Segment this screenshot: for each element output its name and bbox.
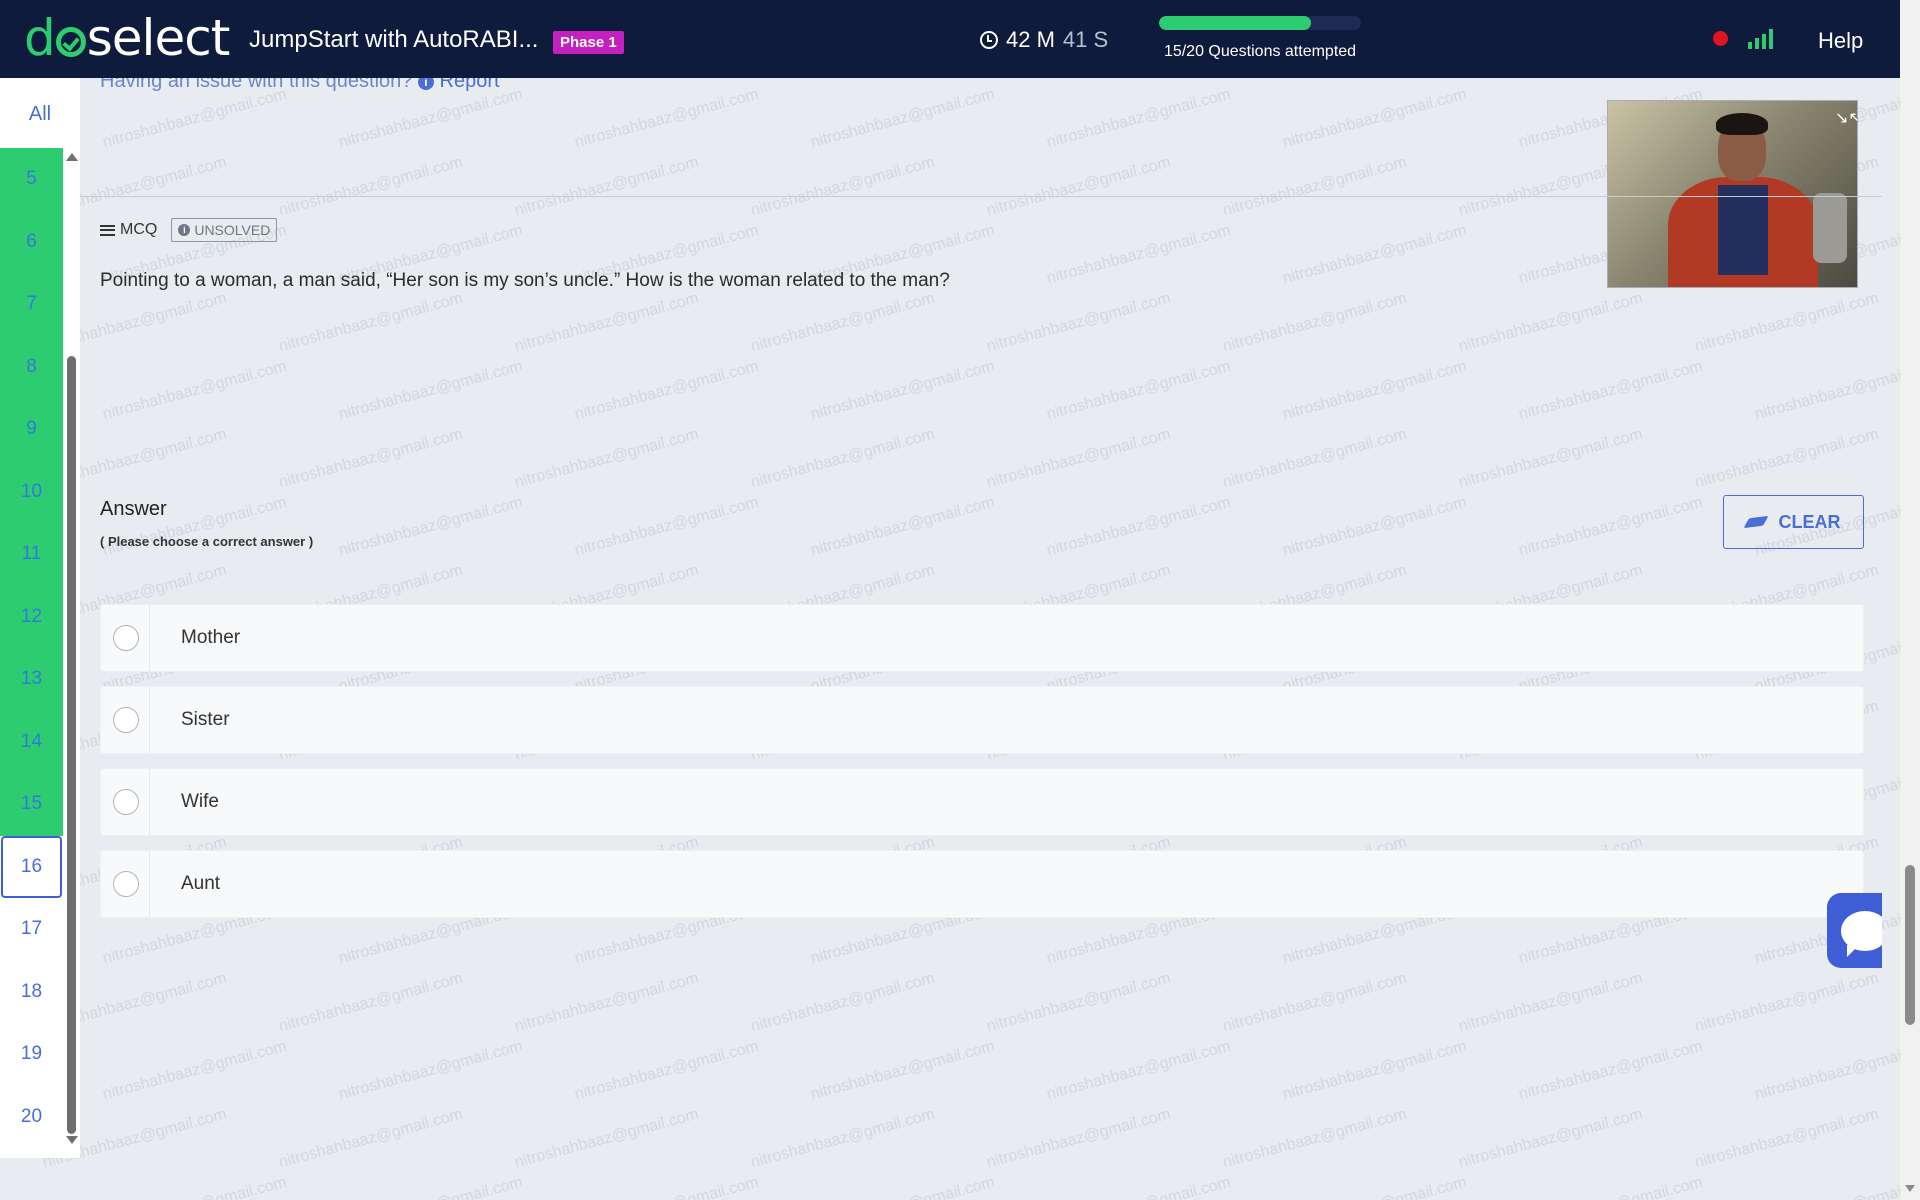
radio-button[interactable] xyxy=(113,871,139,897)
option-separator xyxy=(149,605,150,671)
question-nav-item[interactable]: 12 xyxy=(0,585,63,648)
collapse-icon[interactable]: ↘↖ xyxy=(1835,111,1857,127)
phase-badge: Phase 1 xyxy=(553,31,624,54)
scroll-down-icon[interactable] xyxy=(1905,1185,1915,1192)
webcam-preview: ↘↖ xyxy=(1607,100,1858,288)
question-meta: MCQ i UNSOLVED xyxy=(100,218,278,242)
signal-strength-icon xyxy=(1748,29,1773,49)
question-nav-item[interactable]: 5 xyxy=(0,148,63,211)
status-badge: i UNSOLVED xyxy=(171,218,278,242)
scrollbar-thumb[interactable] xyxy=(67,356,76,1134)
progress-text: 15/20 Questions attempted xyxy=(1163,43,1357,60)
question-navigator: All 5 6 7 8 9 10 11 12 13 14 15 16 17 18 19 20 xyxy=(0,78,80,1158)
progress-fill xyxy=(1159,16,1311,30)
page-scrollbar[interactable] xyxy=(1900,0,1920,1200)
question-nav-item[interactable]: 18 xyxy=(0,960,63,1023)
report-link[interactable]: Report xyxy=(440,78,500,92)
question-nav-item[interactable]: 10 xyxy=(0,460,63,523)
progress-track xyxy=(1159,16,1361,30)
answer-option[interactable]: Aunt xyxy=(100,850,1864,918)
doselect-logo[interactable]: d select xyxy=(24,8,231,68)
timer: 42 M 41 S xyxy=(980,27,1108,53)
option-separator xyxy=(149,769,150,835)
answer-heading: Answer xyxy=(100,498,167,520)
clear-button[interactable]: CLEAR xyxy=(1723,495,1864,549)
radio-button[interactable] xyxy=(113,789,139,815)
scroll-down-icon[interactable] xyxy=(66,1136,78,1144)
option-label: Sister xyxy=(181,709,230,730)
info-icon: i xyxy=(417,78,434,90)
progress-indicator: 15/20 Questions attempted xyxy=(1159,16,1361,61)
eraser-icon xyxy=(1742,515,1769,529)
top-header: d select JumpStart with AutoRABI... Phase… xyxy=(0,0,1900,78)
question-nav-item[interactable]: 13 xyxy=(0,648,63,711)
question-nav-item[interactable]: 8 xyxy=(0,335,63,398)
question-text: Pointing to a woman, a man said, “Her so… xyxy=(100,270,950,291)
option-label: Wife xyxy=(181,791,219,812)
info-icon: i xyxy=(178,224,191,236)
question-type-label: MCQ xyxy=(120,221,158,238)
logo-check-icon xyxy=(55,27,86,57)
logo-part-d: d xyxy=(24,9,56,67)
question-nav-item[interactable]: 20 xyxy=(0,1085,63,1148)
clear-button-label: CLEAR xyxy=(1778,511,1841,532)
option-separator xyxy=(149,687,150,753)
webcam-bottle xyxy=(1813,193,1847,263)
radio-button[interactable] xyxy=(113,625,139,651)
answer-options: Mother Sister Wife Aunt xyxy=(100,604,1864,932)
list-icon xyxy=(100,224,115,236)
option-separator xyxy=(149,851,150,917)
question-list: 5 6 7 8 9 10 11 12 13 14 15 16 17 18 19 20 xyxy=(0,148,63,1148)
answer-option[interactable]: Wife xyxy=(100,768,1864,836)
status-label: UNSOLVED xyxy=(194,222,271,238)
question-nav-item[interactable]: 14 xyxy=(0,710,63,773)
test-title: JumpStart with AutoRABI... xyxy=(249,26,539,53)
recording-indicator-icon xyxy=(1713,31,1728,46)
question-nav-item[interactable]: 7 xyxy=(0,273,63,336)
scroll-up-icon[interactable] xyxy=(66,153,78,161)
option-label: Aunt xyxy=(181,873,221,894)
question-nav-item[interactable]: 6 xyxy=(0,210,63,273)
filter-all-tab[interactable]: All xyxy=(0,78,80,150)
help-link[interactable]: Help xyxy=(1818,28,1863,54)
section-divider xyxy=(80,196,1882,197)
timer-minutes: 42 M xyxy=(1006,27,1055,52)
answer-option[interactable]: Mother xyxy=(100,604,1864,672)
chat-button[interactable] xyxy=(1827,893,1882,968)
radio-button[interactable] xyxy=(113,707,139,733)
report-issue-line: Having an issue with this question? i Re… xyxy=(100,78,500,93)
page-scrollbar-thumb[interactable] xyxy=(1905,865,1915,1025)
webcam-person-hair xyxy=(1716,113,1768,135)
answer-option[interactable]: Sister xyxy=(100,686,1864,754)
webcam-person-shirt xyxy=(1718,185,1768,275)
answer-hint: ( Please choose a correct answer ) xyxy=(100,534,314,549)
issue-text: Having an issue with this question? xyxy=(100,78,413,92)
question-type-tag: MCQ xyxy=(100,221,157,239)
question-nav-item[interactable]: 11 xyxy=(0,523,63,586)
sidebar-scrollbar[interactable] xyxy=(64,148,80,1150)
question-nav-item[interactable]: 19 xyxy=(0,1023,63,1086)
question-nav-item[interactable]: 15 xyxy=(0,773,63,836)
question-nav-item[interactable]: 16 xyxy=(1,835,62,898)
question-panel: Having an issue with this question? i Re… xyxy=(80,78,1882,1200)
question-nav-item[interactable]: 17 xyxy=(0,898,63,961)
chat-icon xyxy=(1840,910,1882,957)
question-nav-item[interactable]: 9 xyxy=(0,398,63,461)
option-label: Mother xyxy=(181,627,241,648)
timer-seconds: 41 S xyxy=(1062,27,1109,52)
logo-part-select: select xyxy=(86,9,231,67)
clock-icon xyxy=(980,31,998,49)
